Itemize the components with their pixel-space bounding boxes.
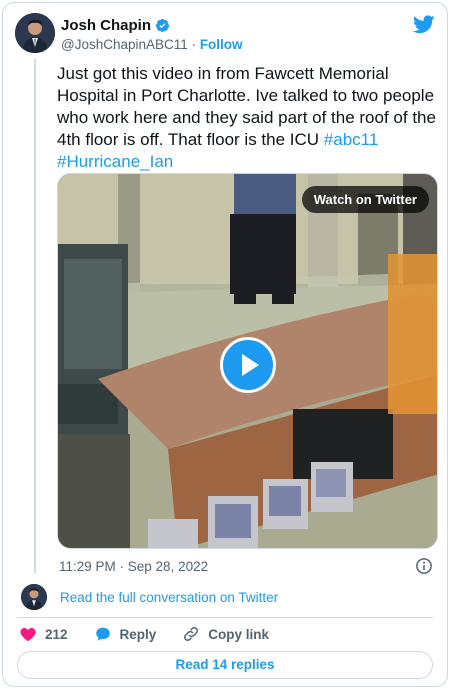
conversation-row: Read the full conversation on Twitter (21, 583, 278, 611)
video-thumbnail[interactable]: Watch on Twitter (57, 173, 438, 549)
author-handle-line: @JoshChapinABC11 · Follow (61, 37, 243, 52)
like-count: 212 (45, 626, 68, 642)
watch-on-twitter-button[interactable]: Watch on Twitter (301, 186, 429, 213)
read-replies-button[interactable]: Read 14 replies (17, 651, 433, 679)
like-button[interactable]: 212 (19, 625, 68, 643)
follow-button[interactable]: Follow (200, 37, 243, 52)
tweet-header: Josh Chapin @JoshChapinABC11 · Follow (15, 13, 435, 57)
hashtag-abc11[interactable]: #abc11 (324, 130, 379, 149)
small-author-avatar[interactable] (21, 584, 47, 610)
play-button[interactable] (220, 337, 276, 393)
copy-link-button[interactable]: Copy link (182, 625, 269, 643)
verified-badge-icon (155, 18, 170, 33)
copy-link-label: Copy link (208, 626, 270, 642)
twitter-bird-icon[interactable] (413, 15, 435, 34)
tweet-timestamp[interactable]: 11:29 PM · Sep 28, 2022 (59, 559, 208, 574)
thread-line (34, 59, 36, 573)
tweet-body: Just got this video in from Fawcett Memo… (57, 64, 436, 149)
reply-bubble-icon (95, 627, 110, 641)
author-name[interactable]: Josh Chapin (61, 17, 151, 34)
handle-separator: · (191, 37, 197, 52)
info-icon[interactable] (415, 557, 433, 575)
divider (17, 617, 433, 618)
author-handle[interactable]: @JoshChapinABC11 (61, 37, 188, 52)
heart-icon (20, 628, 36, 642)
action-bar: 212 Reply Copy link (19, 625, 295, 643)
author-name-line: Josh Chapin (61, 17, 170, 34)
tweet-text: Just got this video in from Fawcett Memo… (57, 63, 437, 173)
hashtag-hurricane-ian[interactable]: #Hurricane_Ian (57, 152, 173, 171)
reply-button[interactable]: Reply (94, 625, 157, 643)
reply-label: Reply (119, 626, 157, 642)
read-conversation-link[interactable]: Read the full conversation on Twitter (60, 590, 278, 605)
play-icon (242, 354, 259, 376)
tweet-card: Josh Chapin @JoshChapinABC11 · Follow Ju… (2, 2, 448, 687)
author-avatar[interactable] (15, 13, 55, 53)
link-icon (184, 626, 199, 642)
